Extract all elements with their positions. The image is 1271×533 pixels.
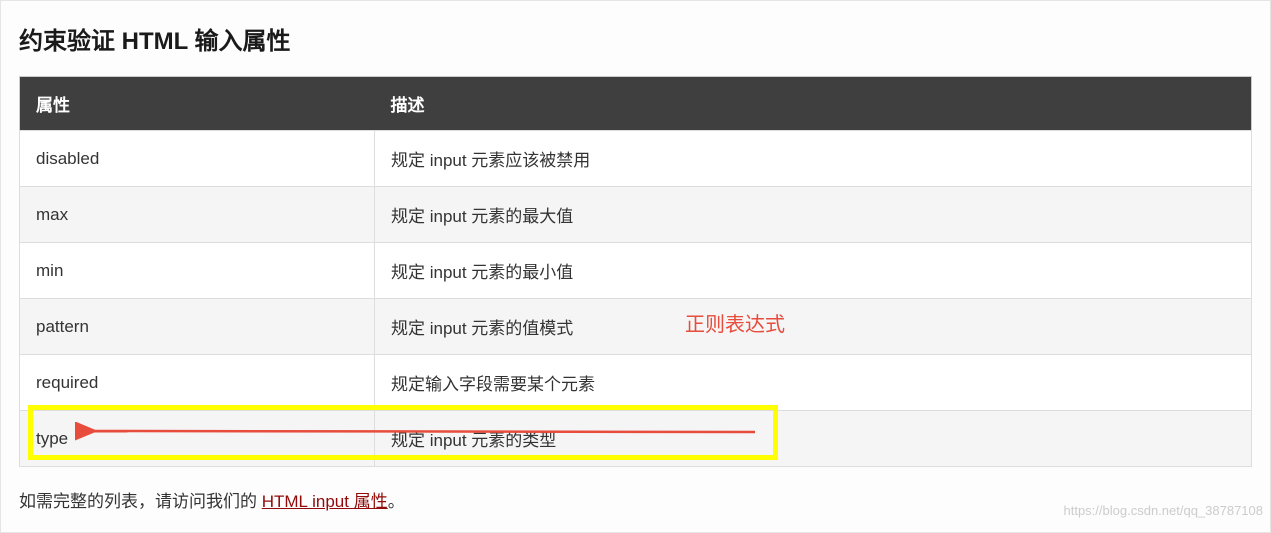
- cell-desc: 规定 input 元素的类型: [375, 411, 1252, 467]
- footer-prefix: 如需完整的列表，请访问我们的: [19, 492, 262, 511]
- cell-desc: 规定 input 元素的最小值: [375, 243, 1252, 299]
- attributes-table: 属性 描述 disabled 规定 input 元素应该被禁用 max 规定 i…: [19, 76, 1252, 467]
- table-row: min 规定 input 元素的最小值: [20, 243, 1252, 299]
- table-row: max 规定 input 元素的最大值: [20, 187, 1252, 243]
- cell-attr: max: [20, 187, 375, 243]
- table-row: pattern 规定 input 元素的值模式: [20, 299, 1252, 355]
- page-heading: 约束验证 HTML 输入属性: [19, 21, 1252, 56]
- document-container: 约束验证 HTML 输入属性 属性 描述 disabled 规定 input 元…: [0, 0, 1271, 533]
- cell-desc: 规定 input 元素的值模式: [375, 299, 1252, 355]
- watermark: https://blog.csdn.net/qq_38787108: [1064, 503, 1264, 518]
- cell-attr: required: [20, 355, 375, 411]
- cell-attr: type: [20, 411, 375, 467]
- table-header-desc: 描述: [375, 77, 1252, 131]
- annotation-regex: 正则表达式: [685, 308, 785, 337]
- cell-attr: disabled: [20, 131, 375, 187]
- cell-attr: min: [20, 243, 375, 299]
- cell-desc: 规定 input 元素的最大值: [375, 187, 1252, 243]
- table-header-attr: 属性: [20, 77, 375, 131]
- table-row: required 规定输入字段需要某个元素: [20, 355, 1252, 411]
- cell-desc: 规定 input 元素应该被禁用: [375, 131, 1252, 187]
- table-row: disabled 规定 input 元素应该被禁用: [20, 131, 1252, 187]
- cell-attr: pattern: [20, 299, 375, 355]
- cell-desc: 规定输入字段需要某个元素: [375, 355, 1252, 411]
- footer-suffix: 。: [388, 492, 405, 511]
- table-row: type 规定 input 元素的类型: [20, 411, 1252, 467]
- footer-link[interactable]: HTML input 属性: [262, 492, 388, 511]
